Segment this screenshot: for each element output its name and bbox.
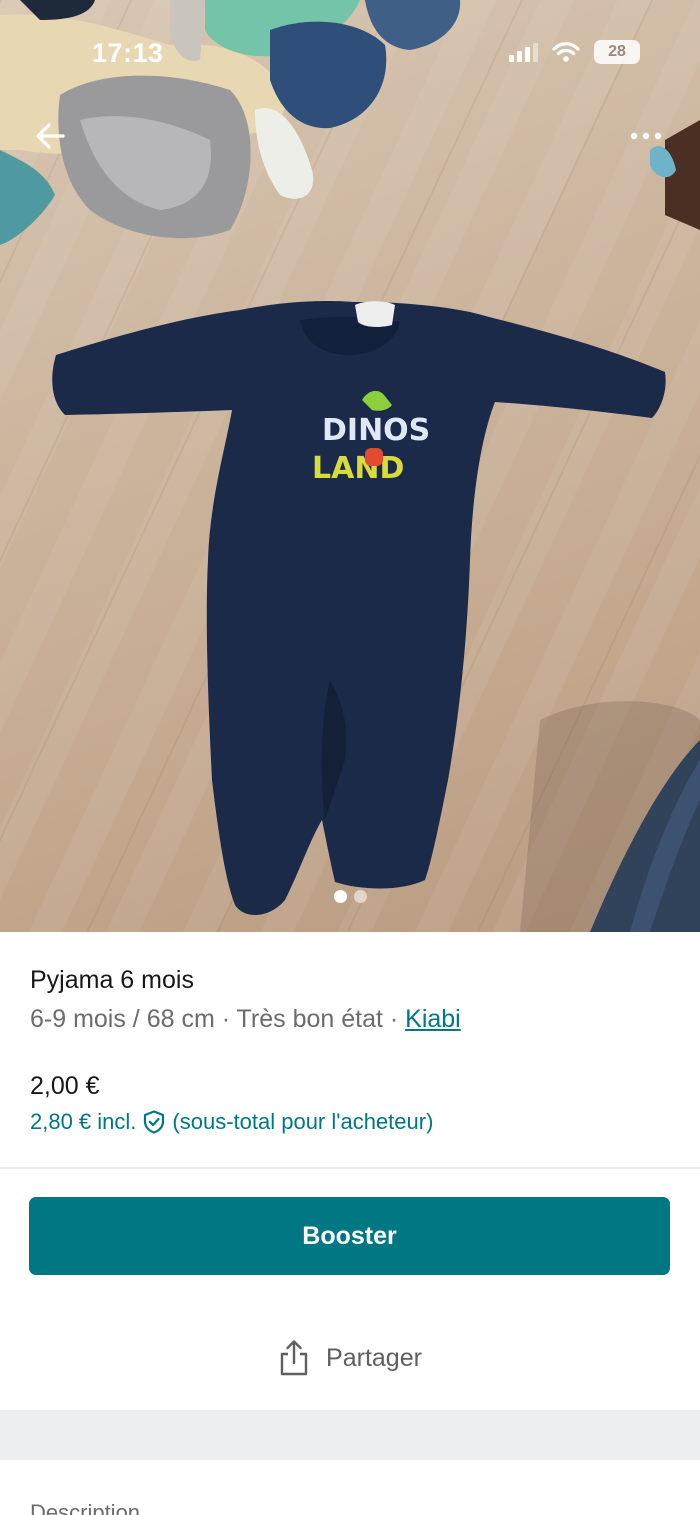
price-incl-row[interactable]: 2,80 € incl. (sous-total pour l'acheteur… xyxy=(30,1109,433,1135)
price-incl: 2,80 € incl. xyxy=(30,1109,137,1134)
more-horizontal-icon xyxy=(630,132,662,140)
item-photo[interactable]: DINOS LAND 17:13 28 xyxy=(0,0,700,932)
description-label: Description xyxy=(30,1500,141,1515)
item-meta: 6-9 mois / 68 cm · Très bon état · Kiabi xyxy=(30,1005,461,1034)
booster-button[interactable]: Booster xyxy=(29,1197,670,1275)
signal-icon xyxy=(509,42,538,62)
item-price: 2,00 € xyxy=(30,1072,100,1100)
item-title: Pyjama 6 mois xyxy=(30,966,194,994)
item-brand-link[interactable]: Kiabi xyxy=(405,1005,461,1033)
pagination-dot-1[interactable] xyxy=(333,890,347,903)
pagination-dot-2[interactable] xyxy=(353,890,367,903)
shield-check-icon xyxy=(144,1110,165,1134)
meta-separator: · xyxy=(214,1005,237,1033)
wifi-icon xyxy=(552,42,580,62)
more-button[interactable] xyxy=(624,116,672,156)
share-icon xyxy=(280,1340,308,1376)
share-button[interactable]: Partager xyxy=(0,1318,700,1398)
back-button[interactable] xyxy=(30,114,74,158)
status-bar: 17:13 28 xyxy=(0,0,700,100)
section-divider xyxy=(0,1167,700,1169)
photo-pagination[interactable] xyxy=(0,890,700,903)
section-spacer xyxy=(0,1410,700,1460)
battery-icon: 28 xyxy=(594,40,640,64)
item-size: 6-9 mois / 68 cm xyxy=(30,1005,215,1033)
share-label: Partager xyxy=(326,1343,422,1372)
arrow-left-icon xyxy=(36,123,65,149)
meta-separator: · xyxy=(382,1005,406,1033)
item-info: Pyjama 6 mois 6-9 mois / 68 cm · Très bo… xyxy=(0,932,700,1167)
print-line1: DINOS xyxy=(322,413,430,448)
price-note: (sous-total pour l'acheteur) xyxy=(172,1109,434,1134)
status-icons: 28 xyxy=(509,40,640,64)
photo-scene: DINOS LAND xyxy=(0,0,700,932)
status-time: 17:13 xyxy=(92,38,164,68)
print-line2: LAND xyxy=(312,451,404,486)
item-condition: Très bon état xyxy=(236,1005,383,1033)
